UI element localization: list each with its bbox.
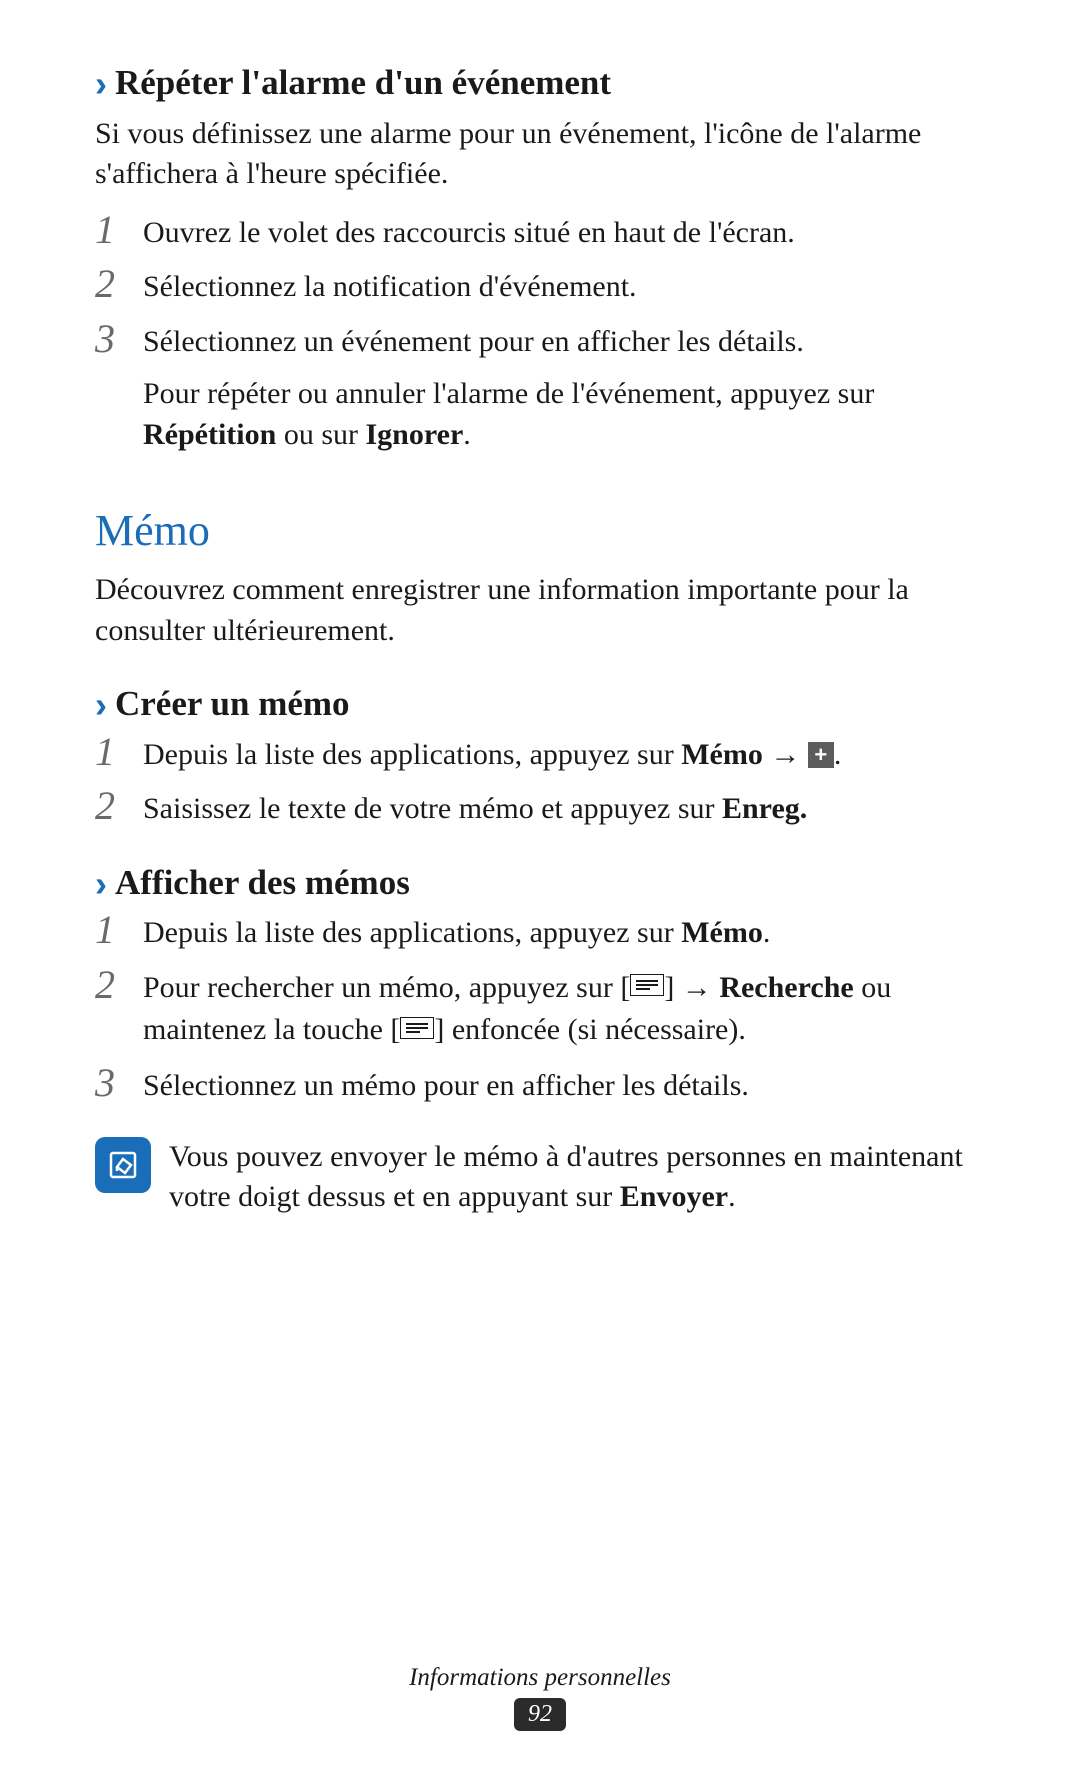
step-number: 2: [95, 786, 125, 826]
steps-view-memos: 1 Depuis la liste des applications, appu…: [95, 913, 985, 1107]
step-item: 3 Sélectionnez un événement pour en affi…: [95, 322, 985, 456]
step-item: 1 Ouvrez le volet des raccourcis situé e…: [95, 213, 985, 254]
step-text: Sélectionnez un mémo pour en afficher le…: [143, 1066, 985, 1107]
step-text: Depuis la liste des applications, appuye…: [143, 735, 985, 776]
step-number: 1: [95, 210, 125, 250]
step-item: 2 Saisissez le texte de votre mémo et ap…: [95, 789, 985, 830]
step-item: 2 Sélectionnez la notification d'événeme…: [95, 267, 985, 308]
heading-view-memos: › Afficher des mémos: [95, 860, 985, 906]
title-view-memos: Afficher des mémos: [115, 860, 410, 906]
menu-icon: [400, 1010, 434, 1051]
step-item: 3 Sélectionnez un mémo pour en afficher …: [95, 1066, 985, 1107]
heading-repeat-alarm: › Répéter l'alarme d'un événement: [95, 60, 985, 106]
step-item: 1 Depuis la liste des applications, appu…: [95, 913, 985, 954]
title-create-memo: Créer un mémo: [115, 681, 350, 727]
section-view-memos: › Afficher des mémos 1 Depuis la liste d…: [95, 860, 985, 1218]
plus-icon: +: [808, 742, 834, 768]
menu-icon: [630, 967, 664, 1008]
chevron-icon: ›: [95, 687, 107, 723]
steps-repeat-alarm: 1 Ouvrez le volet des raccourcis situé e…: [95, 213, 985, 456]
step-number: 1: [95, 732, 125, 772]
step-text: Sélectionnez la notification d'événement…: [143, 267, 985, 308]
step-number: 3: [95, 1063, 125, 1103]
step-text: Sélectionnez un événement pour en affich…: [143, 322, 985, 456]
step-item: 2 Pour rechercher un mémo, appuyez sur […: [95, 968, 985, 1053]
title-repeat-alarm: Répéter l'alarme d'un événement: [115, 60, 611, 106]
heading-create-memo: › Créer un mémo: [95, 681, 985, 727]
step-text: Saisissez le texte de votre mémo et appu…: [143, 789, 985, 830]
step-number: 1: [95, 910, 125, 950]
page-footer: Informations personnelles 92: [0, 1664, 1080, 1731]
step-text: Ouvrez le volet des raccourcis situé en …: [143, 213, 985, 254]
heading-memo: Mémo: [95, 505, 985, 556]
note-block: Vous pouvez envoyer le mémo à d'autres p…: [95, 1137, 985, 1218]
steps-create-memo: 1 Depuis la liste des applications, appu…: [95, 735, 985, 830]
step-text: Pour rechercher un mémo, appuyez sur [] …: [143, 968, 985, 1053]
step-number: 3: [95, 319, 125, 359]
step-number: 2: [95, 264, 125, 304]
section-repeat-alarm: › Répéter l'alarme d'un événement Si vou…: [95, 60, 985, 455]
step-text-main: Sélectionnez un événement pour en affich…: [143, 325, 804, 358]
step-text: Depuis la liste des applications, appuye…: [143, 913, 985, 954]
footer-label: Informations personnelles: [0, 1664, 1080, 1692]
chevron-icon: ›: [95, 66, 107, 102]
chevron-icon: ›: [95, 866, 107, 902]
desc-repeat-alarm: Si vous définissez une alarme pour un év…: [95, 114, 985, 195]
section-create-memo: › Créer un mémo 1 Depuis la liste des ap…: [95, 681, 985, 830]
note-icon: [95, 1137, 151, 1193]
page-number-badge: 92: [514, 1698, 566, 1731]
note-text: Vous pouvez envoyer le mémo à d'autres p…: [169, 1137, 985, 1218]
desc-memo: Découvrez comment enregistrer une inform…: [95, 570, 985, 651]
step-item: 1 Depuis la liste des applications, appu…: [95, 735, 985, 776]
step-subtext: Pour répéter ou annuler l'alarme de l'év…: [143, 374, 985, 455]
step-number: 2: [95, 965, 125, 1005]
